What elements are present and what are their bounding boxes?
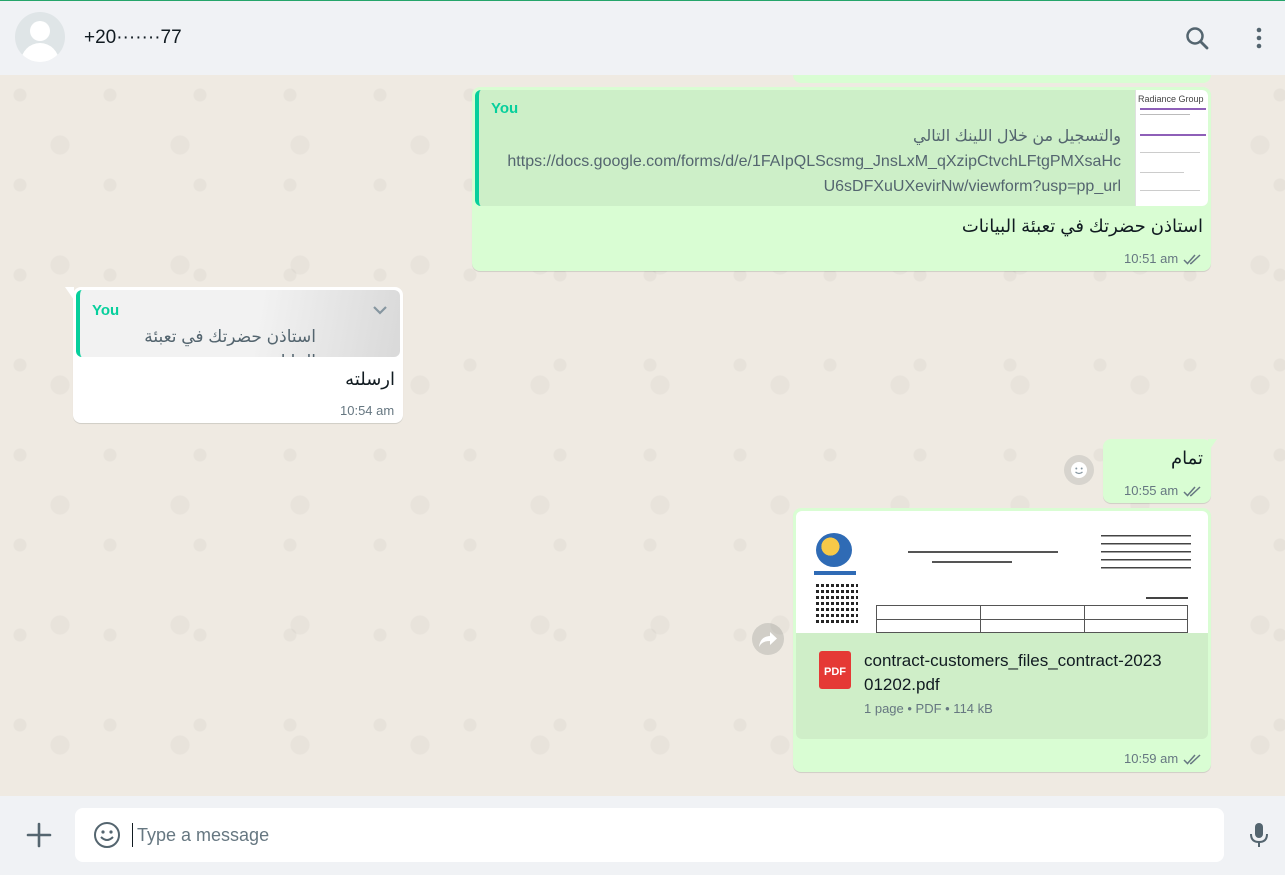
quoted-message[interactable]: You استاذن حضرتك في تعبئة البيانات: [76, 290, 400, 357]
contact-avatar[interactable]: [15, 12, 65, 62]
quote-link-line: U6sDFXuUXevirNw/viewform?usp=pp_url: [823, 178, 1121, 195]
read-ticks-icon: [1183, 486, 1201, 497]
chat-pane[interactable]: You والتسجيل من خلال اللينك التالي https…: [0, 75, 1285, 796]
company-logo: [816, 533, 852, 567]
quote-text-line: والتسجيل من خلال اللينك التالي: [912, 128, 1121, 145]
chevron-down-icon[interactable]: [370, 300, 390, 320]
bubble-tail: [1208, 439, 1217, 452]
message-time: 10:51 am: [1124, 251, 1179, 266]
doc-heading-lines: [932, 561, 1012, 563]
menu-icon[interactable]: [1244, 23, 1274, 53]
smiley-icon: [1071, 462, 1087, 478]
message-input[interactable]: [137, 817, 1197, 853]
quote-author: You: [491, 100, 519, 117]
forward-button[interactable]: [752, 623, 784, 655]
thumbnail-bar: [1140, 134, 1206, 136]
document-filename-line: contract-customers_files_contract-2023: [864, 651, 1162, 670]
message-input-box[interactable]: [75, 808, 1224, 862]
message-text: تمام: [1170, 448, 1203, 468]
read-ticks-icon: [1183, 754, 1201, 765]
search-icon[interactable]: [1182, 23, 1212, 53]
previous-message-bubble: [793, 75, 1211, 83]
doc-table-divider: [1084, 606, 1085, 633]
pdf-file-icon: PDF: [819, 651, 851, 689]
doc-section-label: [1146, 597, 1188, 599]
doc-table: [876, 605, 1188, 633]
qr-code: [816, 581, 858, 623]
thumbnail-line: [1140, 172, 1184, 173]
avatar-body: [21, 43, 59, 62]
doc-heading-lines: [908, 551, 1058, 553]
qr-pattern: [816, 581, 858, 623]
read-ticks-icon: [1183, 254, 1201, 265]
message-text: ارسلته: [345, 369, 395, 389]
document-preview-image[interactable]: [796, 511, 1208, 633]
message-time: 10:55 am: [1124, 483, 1179, 498]
thumbnail-line: [1140, 190, 1200, 191]
message-time: 10:54 am: [340, 403, 395, 418]
avatar-head: [30, 21, 50, 41]
emoji-reaction-button[interactable]: [1064, 455, 1094, 485]
message-text: استاذن حضرتك في تعبئة البيانات: [961, 216, 1203, 236]
document-filename[interactable]: contract-customers_files_contract-2023 0…: [864, 649, 1184, 697]
thumbnail-bar: [1140, 108, 1206, 110]
document-filename-line: 01202.pdf: [864, 675, 940, 694]
doc-table-divider: [980, 606, 981, 633]
quote-link-line: https://docs.google.com/forms/d/e/1FAIpQ…: [507, 153, 1121, 170]
quote-text-line: استاذن حضرتك في تعبئة البيانات: [144, 327, 316, 357]
quoted-message[interactable]: You والتسجيل من خلال اللينك التالي https…: [475, 90, 1208, 206]
microphone-icon[interactable]: [1244, 820, 1274, 850]
message-time: 10:59 am: [1124, 751, 1179, 766]
logo-caption-bar: [814, 571, 856, 575]
quote-author: You: [92, 302, 120, 319]
chat-header[interactable]: +20·······77: [0, 1, 1285, 75]
doc-address-lines: [1101, 535, 1191, 575]
plus-icon[interactable]: [24, 820, 54, 850]
composer-bar: [0, 796, 1285, 875]
emoji-icon[interactable]: [92, 820, 122, 850]
quote-thumbnail: Radiance Group: [1135, 90, 1208, 206]
thumbnail-title: Radiance Group: [1138, 94, 1204, 104]
thumbnail-line: [1140, 114, 1190, 115]
document-meta: 1 page • PDF • 114 kB: [864, 701, 993, 716]
text-caret: [132, 823, 133, 847]
thumbnail-line: [1140, 152, 1200, 153]
forward-icon: [759, 632, 777, 647]
contact-name[interactable]: +20·······77: [84, 27, 182, 49]
